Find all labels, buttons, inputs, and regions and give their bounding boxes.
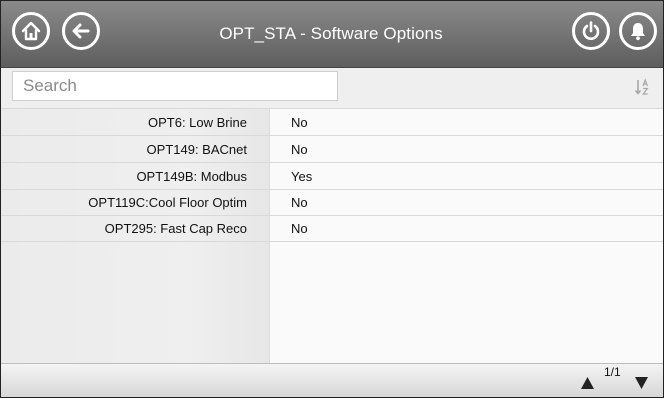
- option-name: OPT119C:Cool Floor Optim: [88, 195, 247, 210]
- alarm-button[interactable]: [619, 12, 657, 50]
- back-button[interactable]: [62, 12, 100, 50]
- page-indicator: 1/1: [604, 365, 621, 379]
- option-value: No: [291, 195, 308, 210]
- table-row[interactable]: OPT149: BACnet No: [1, 136, 663, 163]
- back-arrow-icon: [72, 23, 90, 39]
- option-name: OPT149: BACnet: [146, 142, 247, 157]
- option-value: No: [291, 221, 308, 236]
- home-icon: [21, 21, 41, 41]
- table-row[interactable]: OPT295: Fast Cap Reco No: [1, 215, 663, 242]
- search-bar: [1, 68, 663, 109]
- home-button[interactable]: [12, 12, 50, 50]
- search-input[interactable]: [12, 71, 338, 101]
- page-up-icon[interactable]: [580, 376, 595, 390]
- option-value: No: [291, 142, 308, 157]
- option-name: OPT295: Fast Cap Reco: [104, 221, 247, 236]
- table-row[interactable]: OPT6: Low Brine No: [1, 109, 663, 136]
- page-title: OPT_STA - Software Options: [219, 24, 443, 43]
- option-value: Yes: [291, 169, 313, 184]
- option-value: No: [291, 115, 308, 130]
- footer-bar: 1/1: [1, 363, 663, 397]
- power-button[interactable]: [572, 12, 610, 50]
- bell-icon: [631, 23, 645, 41]
- options-table: OPT6: Low Brine No OPT149: BACnet No OPT…: [1, 109, 663, 363]
- sort-az-icon[interactable]: [635, 78, 651, 96]
- option-name: OPT149B: Modbus: [136, 169, 247, 184]
- power-icon: [582, 21, 600, 40]
- table-row[interactable]: OPT149B: Modbus Yes: [1, 163, 663, 190]
- app-window: OPT_STA - Software Options OPT6: Low: [0, 0, 664, 398]
- header-bar: OPT_STA - Software Options: [1, 1, 663, 68]
- page-down-icon[interactable]: [634, 376, 649, 390]
- table-row[interactable]: OPT119C:Cool Floor Optim No: [1, 189, 663, 216]
- option-name: OPT6: Low Brine: [148, 115, 247, 130]
